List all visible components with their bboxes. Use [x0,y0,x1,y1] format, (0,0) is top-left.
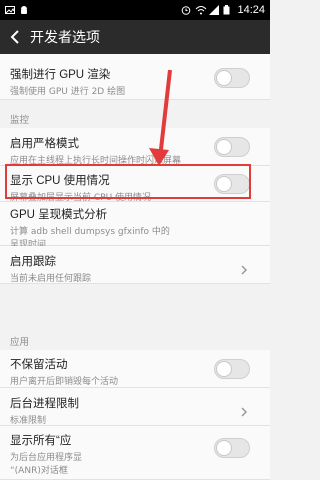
strict-mode-toggle[interactable] [214,137,250,157]
android-icon [19,5,29,15]
show-anr-subtitle: 为后台应用程序显 [10,453,83,463]
chevron-right-icon [240,402,250,417]
settings-list[interactable]: 强制进行 GPU 渲染 强制使用 GPU 进行 2D 绘图 监控 启用严格模式 … [0,54,270,480]
gpu-profile-row[interactable]: GPU 呈现模式分析 计算 adb shell dumpsys gfxinfo … [0,202,270,250]
toggle-knob [216,70,232,86]
wifi-icon [195,5,207,15]
status-bar: 14:24 [0,0,270,20]
red-arrow-annotation [149,70,172,166]
title-bar: 开发者选项 [0,20,270,54]
trace-title: 启用跟踪 [10,256,56,268]
dont-keep-activities-row[interactable]: 不保留活动 用户离开后即销毁每个活动 [0,350,270,388]
section-header-monitor: 监控 [10,115,30,126]
battery-icon [223,5,233,15]
bg-limit-title: 后台进程限制 [10,398,79,410]
background-process-limit-row[interactable]: 后台进程限制 标准限制 [0,388,270,426]
trace-subtitle: 当前未启用任何跟踪 [10,274,92,284]
show-anr-toggle[interactable] [214,438,250,458]
toggle-knob [216,361,232,377]
chevron-right-icon [240,260,250,275]
dont-keep-subtitle: 用户离开后即销毁每个活动 [10,377,119,387]
page-title: 开发者选项 [30,29,100,45]
back-chevron-icon[interactable] [6,28,24,46]
bg-limit-subtitle: 标准限制 [10,416,47,426]
show-all-anr-row[interactable]: 显示所有“应 为后台应用程序显 “(ANR)对话框 [0,426,270,480]
dont-keep-toggle[interactable] [214,359,250,379]
image-icon [5,5,15,15]
gpu-render-subtitle: 强制使用 GPU 进行 2D 绘图 [10,87,126,97]
gpu-profile-title: GPU 呈现模式分析 [10,209,108,221]
toggle-knob [216,440,232,456]
section-header-apps: 应用 [10,337,30,348]
gpu-profile-subtitle: 计算 adb shell dumpsys gfxinfo 中的 [10,227,170,237]
strict-mode-row[interactable]: 启用严格模式 应用在主线程上执行长时间操作时闪烁屏幕 [0,128,270,166]
alarm-icon [181,5,191,15]
clock: 14:24 [237,4,265,16]
gpu-render-row[interactable]: 强制进行 GPU 渲染 强制使用 GPU 进行 2D 绘图 [0,54,270,100]
highlight-box [5,164,251,199]
signal-icon [209,5,220,15]
gpu-render-toggle[interactable] [214,68,250,88]
enable-trace-row[interactable]: 启用跟踪 当前未启用任何跟踪 [0,246,270,284]
show-anr-subtitle-2: “(ANR)对话框 [10,466,68,476]
toggle-knob [216,139,232,155]
